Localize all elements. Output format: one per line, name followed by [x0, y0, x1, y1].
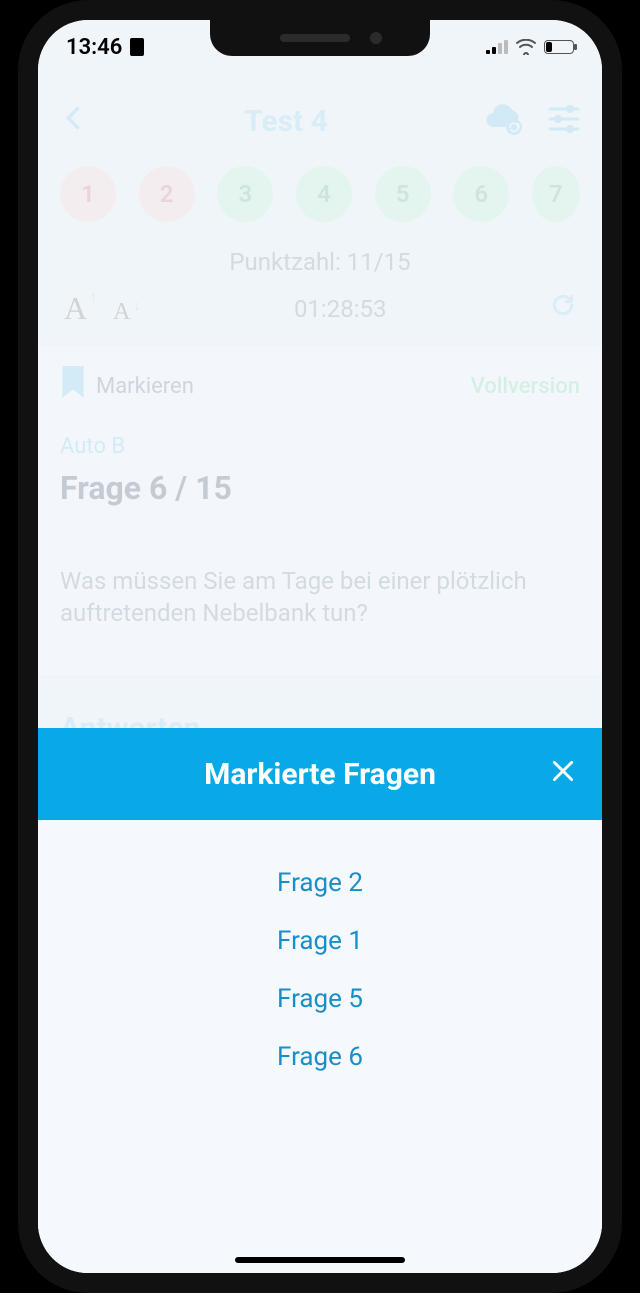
screen: 13:46 Test 4	[38, 20, 602, 1273]
marked-question-item[interactable]: Frage 5	[277, 984, 363, 1014]
notch	[210, 20, 430, 56]
marked-questions-sheet: Markierte Fragen Frage 2 Frage 1 Frage 5…	[38, 728, 602, 1273]
device-frame: 13:46 Test 4	[18, 0, 622, 1293]
cellular-icon	[486, 40, 508, 54]
wifi-icon	[516, 37, 536, 57]
status-time: 13:46	[66, 35, 122, 60]
marked-question-item[interactable]: Frage 1	[277, 926, 363, 956]
id-badge-icon	[130, 38, 144, 56]
close-icon[interactable]	[550, 758, 576, 790]
sheet-body: Frage 2 Frage 1 Frage 5 Frage 6	[38, 820, 602, 1273]
status-right	[486, 37, 574, 57]
marked-question-item[interactable]: Frage 2	[277, 868, 363, 898]
battery-icon	[544, 40, 574, 54]
marked-question-item[interactable]: Frage 6	[277, 1042, 363, 1072]
status-left: 13:46	[66, 35, 144, 60]
sheet-title: Markierte Fragen	[204, 757, 436, 792]
sheet-header: Markierte Fragen	[38, 728, 602, 820]
home-indicator[interactable]	[235, 1257, 405, 1263]
